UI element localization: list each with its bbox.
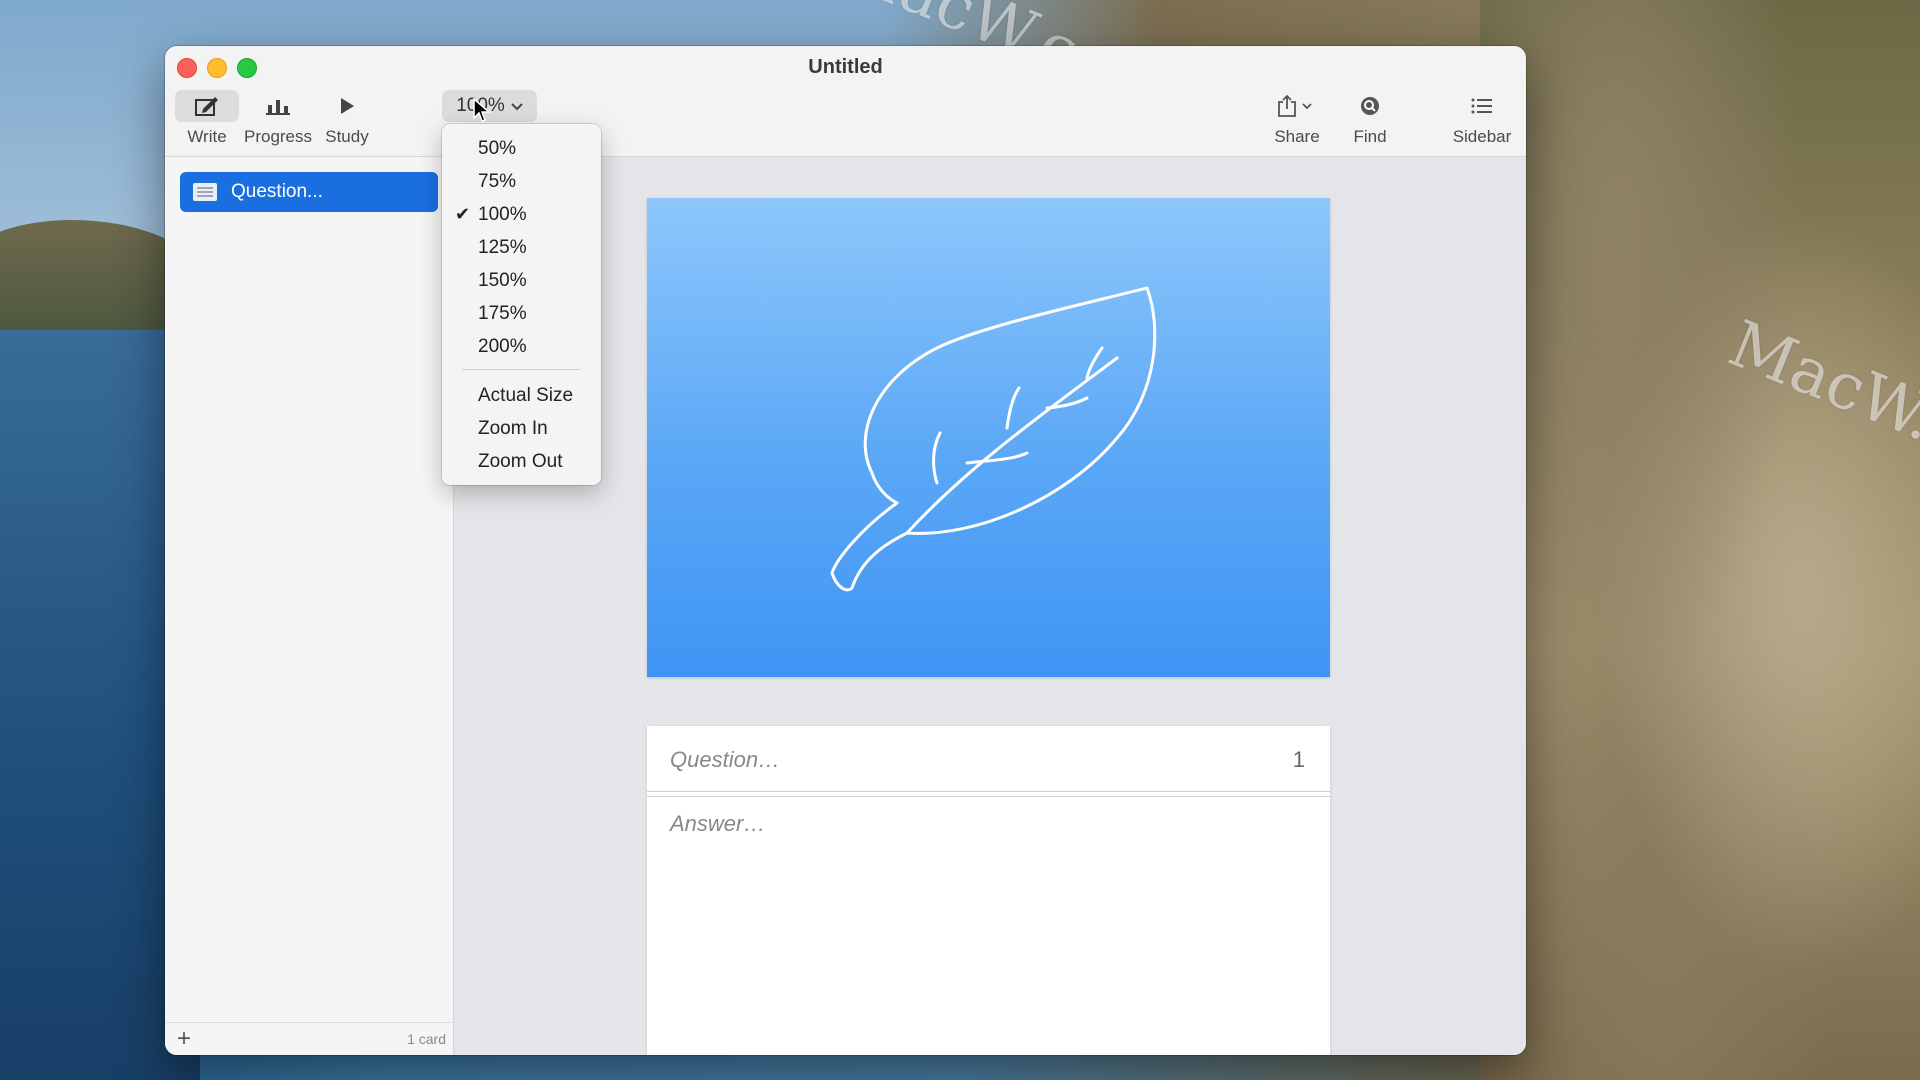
progress-button[interactable]: Progress [241,90,315,147]
pointer-cursor-icon [473,98,491,122]
answer-field[interactable]: Answer… [670,811,765,837]
menu-item-50[interactable]: 50% [442,133,601,163]
menu-item-75[interactable]: 75% [442,166,601,196]
menu-item-label: 125% [478,237,527,258]
share-label: Share [1274,127,1320,146]
menu-item-label: 100% [478,204,527,225]
find-button[interactable]: Find [1345,90,1395,147]
progress-label: Progress [243,127,313,146]
sidebar-item-question[interactable]: Question... [180,172,438,212]
study-button[interactable]: Study [321,90,373,147]
menu-item-label: 175% [478,303,527,324]
menu-item-label: Zoom In [478,418,548,439]
sidebar-item-label: Question... [231,181,323,202]
chart-icon [241,90,315,122]
menu-item-label: 50% [478,138,517,159]
menu-item-175[interactable]: 175% [442,298,601,328]
write-label: Write [187,127,227,146]
card-image[interactable] [647,198,1330,677]
pencil-icon [175,90,239,122]
sidebar-button[interactable]: Sidebar [1447,90,1517,147]
menu-item-label: Zoom Out [478,451,563,472]
zoom-menu: 50% 75% ✔ 100% 125% 150% 175% 200% Actua… [442,124,601,485]
titlebar: Untitled Write Progress Study Share Find… [165,46,1526,157]
sidebar-footer: + 1 card [165,1022,453,1055]
menu-item-actual-size[interactable]: Actual Size [442,380,601,410]
checkmark-icon: ✔ [455,204,471,224]
menu-separator [462,369,580,370]
menu-item-label: 150% [478,270,527,291]
list-icon [1447,90,1517,122]
card-count: 1 card [407,1031,446,1047]
menu-item-125[interactable]: 125% [442,232,601,262]
menu-item-label: 200% [478,336,527,357]
menu-item-200[interactable]: 200% [442,331,601,361]
menu-item-label: 75% [478,171,517,192]
window-title: Untitled [808,56,883,78]
card-number: 1 [1292,747,1305,772]
menu-item-label: Actual Size [478,385,574,406]
leaf-icon [830,286,1157,592]
editor-area: Question… 1 Answer… [454,157,1526,1055]
write-button[interactable]: Write [175,90,239,147]
find-icon [1345,90,1395,122]
document-icon [193,183,217,201]
menu-item-100[interactable]: ✔ 100% [442,199,601,229]
chevron-down-icon [511,95,523,117]
question-answer-card: Question… 1 Answer… [647,726,1330,1055]
menu-item-150[interactable]: 150% [442,265,601,295]
menu-item-zoom-in[interactable]: Zoom In [442,413,601,443]
menu-item-zoom-out[interactable]: Zoom Out [442,446,601,476]
study-label: Study [325,127,369,146]
divider [647,791,1330,797]
plus-icon[interactable]: + [177,1025,191,1053]
share-icon [1267,90,1327,122]
question-field[interactable]: Question… [670,747,780,773]
share-button[interactable]: Share [1267,90,1327,147]
play-icon [321,90,373,122]
find-label: Find [1353,127,1387,146]
sidebar: Question... + 1 card [165,157,454,1055]
cliff [1480,0,1920,1080]
app-window: Untitled Write Progress Study Share Find… [165,46,1526,1055]
sidebar-label: Sidebar [1452,127,1512,146]
